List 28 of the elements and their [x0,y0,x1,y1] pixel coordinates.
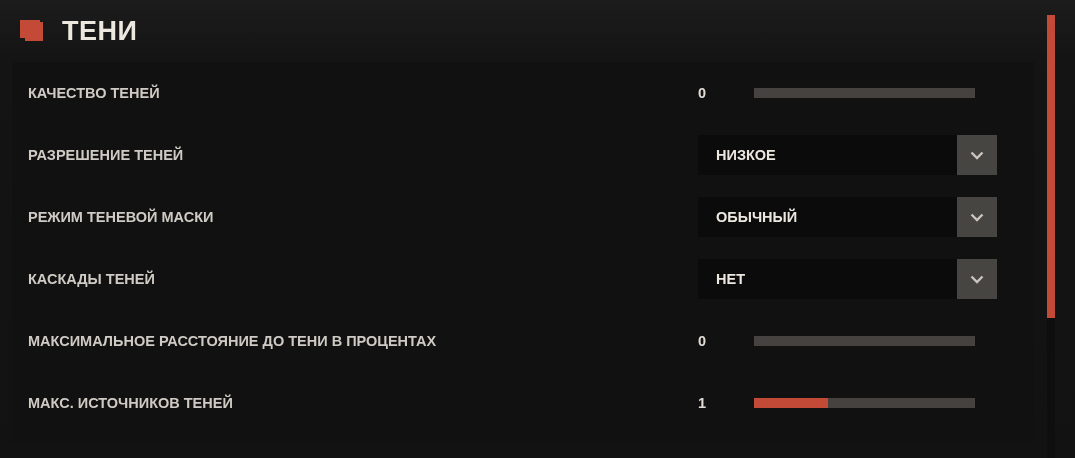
setting-label: МАКСИМАЛЬНОЕ РАССТОЯНИЕ ДО ТЕНИ В ПРОЦЕНТАХ [28,333,438,349]
section-title: ТЕНИ [62,15,138,47]
setting-label: МАКС. ИСТОЧНИКОВ ТЕНЕЙ [28,395,234,411]
dropdown-button[interactable] [957,259,997,299]
setting-label: КАСКАДЫ ТЕНЕЙ [28,271,156,287]
slider-track[interactable] [754,88,975,98]
setting-label: КАЧЕСТВО ТЕНЕЙ [28,85,161,101]
chevron-down-icon [970,212,984,222]
dropdown-value: ОБЫЧНЫЙ [715,209,799,225]
scrollbar-thumb[interactable] [1047,15,1055,318]
setting-label: РЕЖИМ ТЕНЕВОЙ МАСКИ [28,209,215,225]
dropdown[interactable]: НИЗКОЕ [698,135,997,175]
slider-track[interactable] [754,336,975,346]
dropdown-button[interactable] [957,197,997,237]
slider-value: 0 [698,333,708,349]
scrollbar[interactable] [1047,15,1055,458]
setting-label: РАЗРЕШЕНИЕ ТЕНЕЙ [28,147,185,163]
dropdown-value: НЕТ [715,271,746,287]
chevron-down-icon [970,274,984,284]
dropdown[interactable]: ОБЫЧНЫЙ [698,197,997,237]
dropdown-button[interactable] [957,135,997,175]
slider-value: 0 [698,85,708,101]
slider-value: 1 [698,395,708,411]
dropdown-value: НИЗКОЕ [715,147,777,163]
chevron-down-icon [970,150,984,160]
section-icon [20,20,44,42]
slider-track[interactable] [754,398,975,408]
dropdown[interactable]: НЕТ [698,259,997,299]
